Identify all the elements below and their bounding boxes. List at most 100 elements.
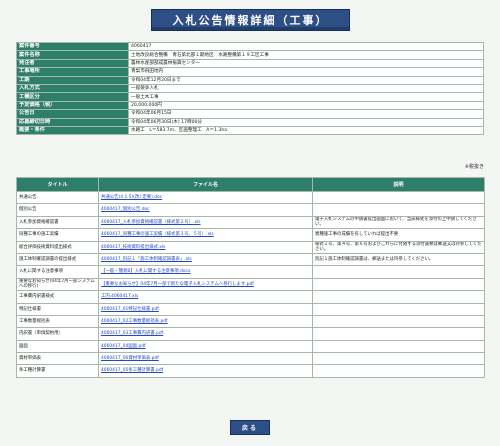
info-value: 青梨市飛田地内: [128, 67, 484, 77]
info-row: 案件番号 4060417: [16, 41, 484, 52]
file-link[interactable]: 4060417_04図面.pdf: [101, 344, 146, 349]
file-description: 別記１施工体制確認調書は、郵送または持参してください。: [312, 252, 485, 267]
file-cell: 4060417_個別公告.doc: [98, 203, 313, 217]
info-label: 工期: [16, 75, 129, 85]
file-title: 工事費内訳書様式: [16, 290, 99, 304]
info-label: 発注者: [16, 58, 129, 69]
table-row: 工事費内訳書様式 工内.4060417.xls: [16, 290, 485, 304]
table-row: 内訳書（単価契約用） 4060417_03工事費内訳書.pdf: [16, 327, 485, 341]
info-value: 令和04年06月15日: [128, 109, 484, 119]
file-link[interactable]: 4060417_03工事費内訳書.pdf: [101, 331, 163, 336]
info-row: 予定価格（税） 20,000,000円: [16, 100, 484, 111]
info-label: 入札方式: [16, 83, 129, 94]
column-header-title: タイトル: [16, 177, 99, 192]
file-title: 入札に関する注意事項: [16, 265, 99, 279]
file-title: 施工体制確認調書の提出様式: [16, 252, 99, 267]
info-label: 工種区分: [16, 92, 129, 102]
file-cell: 工内.4060417.xls: [98, 290, 313, 304]
file-description: [312, 302, 485, 316]
file-description: 異種施工事の成績を有していれば提出不要: [312, 228, 485, 242]
file-cell: 共通公告(4.1.5)(改) 定要).doc: [98, 190, 313, 205]
table-row: 条工種計算書 4060417_05条工種計算書.pdf: [16, 364, 485, 378]
file-link[interactable]: 【一般・簡易B】入札に関する注意事項.docx: [101, 269, 191, 274]
file-link[interactable]: 4060417_個別公告.doc: [101, 207, 150, 212]
file-description: [312, 290, 485, 304]
file-description: [312, 339, 485, 354]
file-link[interactable]: 【重要なお知らせ】04年7月一部で新たな電子入札システムへ移行します.pdf: [101, 282, 254, 287]
info-value: 一般土木工事: [128, 92, 484, 102]
file-description: 電子入札システムの申請書提出画面において、当該様式を添付の上申請してください。: [312, 215, 485, 230]
file-link[interactable]: 4060417_06資材単価表.pdf: [101, 356, 159, 361]
file-cell: 4060417_技術資料提出様式.xls: [98, 240, 313, 254]
file-link[interactable]: 4060417_技術資料提出様式.xls: [101, 245, 165, 250]
table-row: 共通公告 共通公告(4.1.5)(改) 定要).doc: [16, 190, 485, 205]
info-label: 公告日: [16, 109, 129, 119]
tax-note: ※税抜き: [464, 164, 484, 170]
file-cell: 4060417_02工事数量総括表.pdf: [98, 314, 313, 329]
file-cell: 4060417_04図面.pdf: [98, 339, 313, 354]
file-description: 様式１号、第４号、第６号およびこれらに付随する添付書類は郵送又は持参してください…: [312, 240, 485, 254]
file-cell: 4060417_06資材単価表.pdf: [98, 352, 313, 366]
file-title: 入札参加資格確認書: [16, 215, 99, 230]
table-row: 同種工事の施工実績 4060417_同種工事の施工実績（様式第３号、５号）.xls…: [16, 228, 485, 242]
file-description: [312, 203, 485, 217]
info-value: 水路工 L＝583.7m、区画整理工 A＝1.3ha: [128, 125, 484, 136]
file-cell: 4060417_05条工種計算書.pdf: [98, 364, 313, 378]
file-table: タイトル ファイル名 説明 共通公告 共通公告(4.1.5)(改) 定要).doc…: [16, 177, 485, 378]
info-label: 概要・条件: [16, 125, 129, 136]
table-row: 個別公告 4060417_個別公告.doc: [16, 203, 485, 217]
info-label: 案件番号: [16, 41, 129, 52]
back-button[interactable]: 戻る: [230, 420, 270, 435]
info-row: 入札方式 一般競争入札: [16, 83, 484, 94]
info-value: 4060417: [128, 41, 484, 52]
file-link[interactable]: 4060417_05条工種計算書.pdf: [101, 368, 163, 373]
info-label: 案件名称: [16, 50, 129, 60]
info-row: 発注者 農林水産部部成農林振興センター: [16, 58, 484, 69]
info-value: 20,000,000円: [128, 100, 484, 111]
file-link[interactable]: 4060417_同種工事の施工実績（様式第３号、５号）.xls: [101, 232, 214, 237]
info-row: 工種区分 一般土木工事: [16, 92, 484, 102]
file-title: 内訳書（単価契約用）: [16, 327, 99, 341]
file-cell: 4060417_入札参加資格確認書（様式第２号）.xls: [98, 215, 313, 230]
info-label: 予定価格（税）: [16, 100, 129, 111]
file-cell: 4060417_同種工事の施工実績（様式第３号、５号）.xls: [98, 228, 313, 242]
file-cell: 4060417_03工事費内訳書.pdf: [98, 327, 313, 341]
file-description: [312, 265, 485, 279]
info-label: 応募締切日時: [16, 117, 129, 127]
table-row: 特記仕様書 4060417_01特記仕様書.pdf: [16, 302, 485, 316]
file-description: [312, 190, 485, 205]
info-value: 令和04年06月30日(木) 17時00分: [128, 117, 484, 127]
column-header-description: 説明: [312, 177, 485, 192]
file-title: 重要なお知らせ(04年7月一部システムへの移行): [16, 277, 99, 292]
file-description: [312, 314, 485, 329]
info-label: 工事場所: [16, 67, 129, 77]
file-description: [312, 327, 485, 341]
file-link[interactable]: 4060417_02工事数量総括表.pdf: [101, 319, 168, 324]
case-info-table: 案件番号 4060417 案件名称 土地改良総合整備 青石第北部１期地区 水路整備第１…: [16, 41, 484, 136]
page-title: 入札公告情報詳細（工事）: [151, 9, 350, 31]
info-row: 工事場所 青梨市飛田地内: [16, 67, 484, 77]
info-row: 案件名称 土地改良総合整備 青石第北部１期地区 水路整備第１９工区工事: [16, 50, 484, 60]
file-link[interactable]: 4060417_01特記仕様書.pdf: [101, 307, 159, 312]
file-title: 共通公告: [16, 190, 99, 205]
file-title: 図面: [16, 339, 99, 354]
file-cell: 4060417_01特記仕様書.pdf: [98, 302, 313, 316]
file-title: 総合評価技術資料提出様式: [16, 240, 99, 254]
file-link[interactable]: 工内.4060417.xls: [101, 294, 138, 299]
table-row: 図面 4060417_04図面.pdf: [16, 339, 485, 354]
file-link[interactable]: 共通公告(4.1.5)(改) 定要).doc: [101, 195, 162, 200]
table-row: 入札参加資格確認書 4060417_入札参加資格確認書（様式第２号）.xls 電子入…: [16, 215, 485, 230]
file-title: 同種工事の施工実績: [16, 228, 99, 242]
file-link[interactable]: 4060417_別記１「施工体制確認調書表」.xls: [101, 257, 192, 262]
file-title: 個別公告: [16, 203, 99, 217]
file-description: [312, 352, 485, 366]
file-cell: 【重要なお知らせ】04年7月一部で新たな電子入札システムへ移行します.pdf: [98, 277, 313, 292]
file-title: 工事数量総括表: [16, 314, 99, 329]
table-row: 重要なお知らせ(04年7月一部システムへの移行) 【重要なお知らせ】04年7月一部…: [16, 277, 485, 292]
info-row: 工期 令和04年12月20日まで: [16, 75, 484, 85]
file-cell: 4060417_別記１「施工体制確認調書表」.xls: [98, 252, 313, 267]
file-link[interactable]: 4060417_入札参加資格確認書（様式第２号）.xls: [101, 220, 201, 225]
table-row: 入札に関する注意事項 【一般・簡易B】入札に関する注意事項.docx: [16, 265, 485, 279]
table-row: 施工体制確認調書の提出様式 4060417_別記１「施工体制確認調書表」.xls 別…: [16, 252, 485, 267]
table-row: 工事数量総括表 4060417_02工事数量総括表.pdf: [16, 314, 485, 329]
